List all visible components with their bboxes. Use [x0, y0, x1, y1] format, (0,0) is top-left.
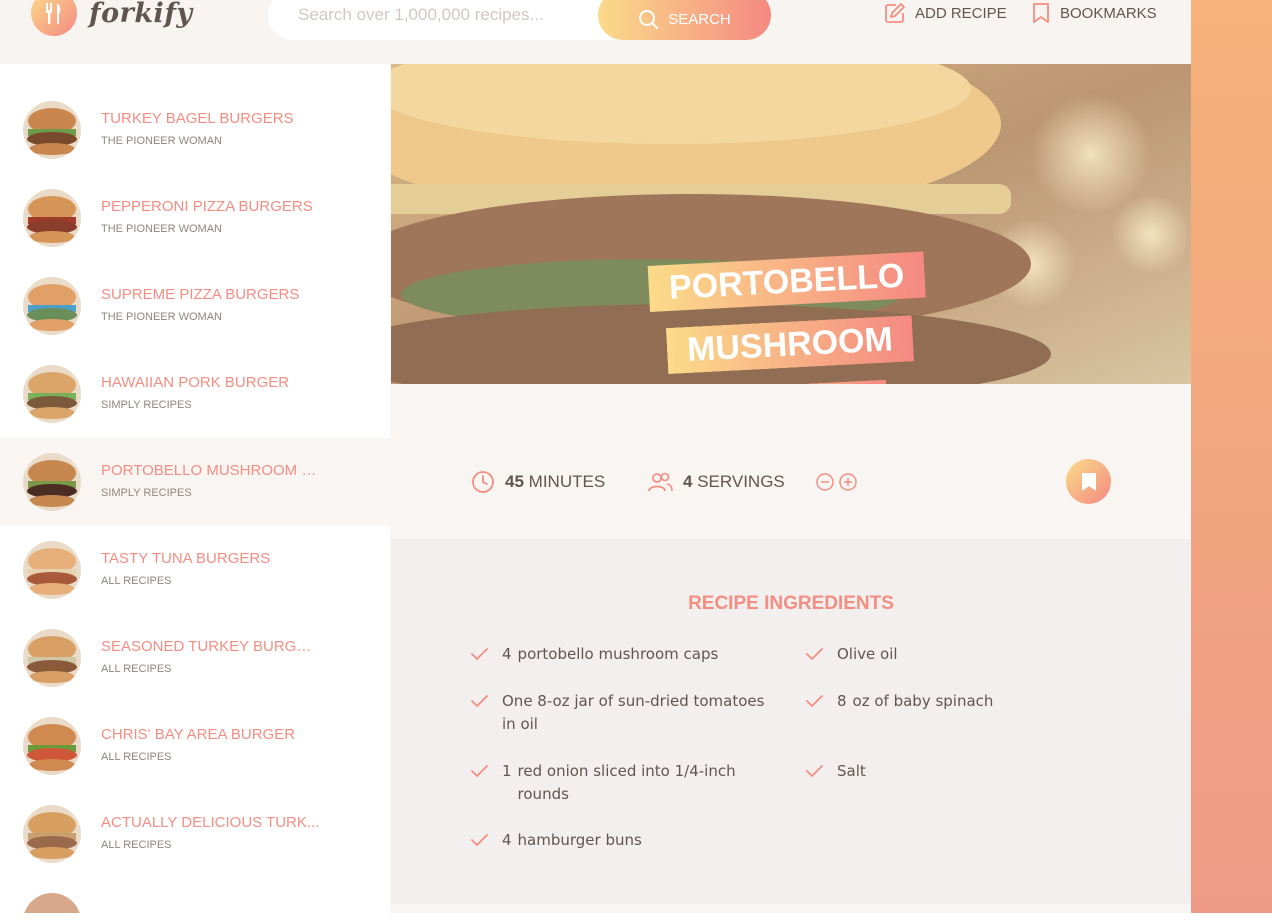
logo[interactable]: forkify [31, 0, 193, 36]
result-publisher: ALL RECIPES [101, 751, 172, 763]
result-item[interactable]: PEPPERONI PIZZA BURGERS THE PIONEER WOMA… [0, 174, 390, 262]
ingredients-heading: RECIPE INGREDIENTS [688, 593, 894, 614]
ingredient-description: hamburger buns [517, 831, 642, 849]
result-item[interactable]: HAWAIIAN PORK BURGER SIMPLY RECIPES [0, 350, 390, 438]
ingredient-description: One 8-oz jar of sun-dried tomatoes in oi… [502, 692, 765, 733]
check-icon [806, 695, 823, 707]
result-item[interactable]: SEASONED TURKEY BURGERS ALL RECIPES [0, 614, 390, 702]
result-thumbnail [23, 189, 81, 247]
users-icon [648, 472, 673, 492]
result-thumbnail [23, 365, 81, 423]
check-icon [471, 695, 488, 707]
result-title: TURKEY BAGEL BURGERS [101, 110, 294, 127]
cooking-time: 45 MINUTES [471, 470, 605, 494]
search-results: TURKEY BAGEL BURGERS THE PIONEER WOMAN P… [0, 64, 390, 913]
ingredient-description: Olive oil [837, 645, 898, 663]
bookmark-recipe-button[interactable] [1066, 459, 1111, 504]
result-thumbnail [23, 629, 81, 687]
ingredient-item: 4 hamburger buns [471, 829, 771, 852]
decrease-servings-icon[interactable] [815, 472, 835, 492]
search-input[interactable] [298, 5, 588, 25]
result-item[interactable]: SUPREME PIZZA BURGERS THE PIONEER WOMAN [0, 262, 390, 350]
result-title: CHRIS' BAY AREA BURGER [101, 726, 296, 743]
check-icon [806, 648, 823, 660]
result-item[interactable]: ACTUALLY DELICIOUS TURK... ALL RECIPES [0, 790, 390, 878]
result-thumbnail [23, 541, 81, 599]
result-item[interactable]: PORTOBELLO MUSHROOM B... SIMPLY RECIPES [0, 438, 390, 526]
ingredient-item: 8 oz of baby spinach [806, 690, 1106, 713]
result-title: PEPPERONI PIZZA BURGERS [101, 198, 313, 215]
check-icon [471, 765, 488, 777]
header: forkify SEARCH ADD RECIPE BOOKMA [0, 0, 1191, 64]
forkify-app: forkify SEARCH ADD RECIPE BOOKMA [0, 0, 1191, 913]
ingredient-quantity: 1 [502, 762, 512, 780]
result-title: SEASONED TURKEY BURGERS [101, 638, 321, 655]
result-publisher: SIMPLY RECIPES [101, 487, 192, 499]
result-publisher: ALL RECIPES [101, 575, 172, 587]
recipe-ingredients: RECIPE INGREDIENTS 4 portobello mushroom… [391, 539, 1191, 904]
add-recipe-label: ADD RECIPE [915, 4, 1007, 22]
servings-label: SERVINGS [697, 472, 785, 491]
ingredient-quantity: 4 [502, 645, 512, 663]
ingredient-quantity: 4 [502, 831, 512, 849]
result-title: TASTY TUNA BURGERS [101, 550, 271, 567]
check-icon [471, 834, 488, 846]
search-button[interactable]: SEARCH [598, 0, 771, 40]
result-thumbnail [23, 717, 81, 775]
minutes-label: MINUTES [528, 472, 606, 491]
servings-value: 4 [683, 472, 693, 491]
bookmarks-label: BOOKMARKS [1060, 4, 1157, 22]
bookmarks-button[interactable]: BOOKMARKS [1031, 2, 1157, 24]
result-thumbnail [23, 101, 81, 159]
search-button-label: SEARCH [668, 10, 731, 28]
result-publisher: SIMPLY RECIPES [101, 399, 192, 411]
ingredient-description: Salt [837, 762, 866, 780]
result-publisher: THE PIONEER WOMAN [101, 223, 223, 235]
result-thumbnail [23, 805, 81, 863]
result-item[interactable]: TASTY TUNA BURGERS ALL RECIPES [0, 526, 390, 614]
result-title: HAWAIIAN PORK BURGER [101, 374, 290, 391]
result-publisher: THE PIONEER WOMAN [101, 135, 223, 147]
edit-icon [885, 3, 905, 23]
result-item-partial[interactable] [0, 878, 390, 913]
ingredient-description: portobello mushroom caps [517, 645, 719, 663]
recipe-title-line1: PORTOBELLO [647, 251, 926, 312]
ingredient-quantity: 8 [837, 692, 847, 710]
result-title: PORTOBELLO MUSHROOM B... [101, 462, 321, 479]
ingredient-item: 4 portobello mushroom caps [471, 643, 771, 666]
result-publisher: THE PIONEER WOMAN [101, 311, 223, 323]
result-title: ACTUALLY DELICIOUS TURK... [101, 814, 320, 831]
logo-text: forkify [89, 0, 193, 29]
check-icon [806, 765, 823, 777]
result-publisher: ALL RECIPES [101, 839, 172, 851]
result-thumbnail [23, 893, 81, 913]
result-item[interactable]: TURKEY BAGEL BURGERS THE PIONEER WOMAN [0, 86, 390, 174]
ingredient-item: Olive oil [806, 643, 1106, 666]
add-recipe-button[interactable]: ADD RECIPE [884, 2, 1007, 24]
fork-knife-icon [31, 0, 77, 36]
search-icon [639, 10, 659, 29]
result-item[interactable]: CHRIS' BAY AREA BURGER ALL RECIPES [0, 702, 390, 790]
ingredient-item: One 8-oz jar of sun-dried tomatoes in oi… [471, 690, 771, 736]
ingredient-description: red onion sliced into 1/4-inch rounds [517, 762, 736, 803]
increase-servings-icon[interactable] [838, 472, 858, 492]
servings: 4 SERVINGS [647, 470, 858, 494]
ingredient-item: 1 red onion sliced into 1/4-inch rounds [471, 760, 771, 806]
clock-icon [472, 471, 494, 493]
bookmark-icon [1033, 3, 1049, 23]
search-form: SEARCH [268, 0, 771, 40]
recipe-details: 45 MINUTES 4 SERVINGS [391, 384, 1191, 539]
result-publisher: ALL RECIPES [101, 663, 172, 675]
bottom-strip [0, 913, 1272, 920]
ingredient-description: oz of baby spinach [852, 692, 994, 710]
ingredient-item: Salt [806, 760, 1106, 783]
result-title: SUPREME PIZZA BURGERS [101, 286, 300, 303]
check-icon [471, 648, 488, 660]
bookmark-fill-icon [1081, 472, 1096, 491]
result-thumbnail [23, 277, 81, 335]
minutes-value: 45 [505, 472, 524, 491]
result-thumbnail [23, 453, 81, 511]
